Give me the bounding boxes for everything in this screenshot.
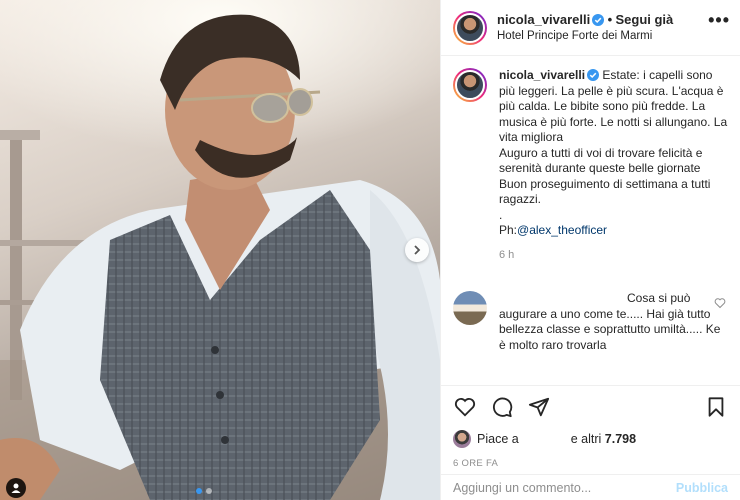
photo-scene <box>0 0 440 500</box>
add-comment-bar: Pubblica <box>441 474 740 500</box>
liker-avatar[interactable] <box>453 430 471 448</box>
comment-like-icon[interactable] <box>714 297 726 309</box>
verified-badge-icon <box>587 69 600 81</box>
caption: nicola_vivarelli Estate: i capelli sono … <box>453 68 728 263</box>
mention-link[interactable]: @alex_theofficer <box>517 223 607 237</box>
likes-summary: Piace a e altri 7.798 <box>453 430 728 448</box>
likes-suffix[interactable]: e altri <box>571 432 602 446</box>
likes-count[interactable]: 7.798 <box>605 432 636 446</box>
verified-badge-icon <box>592 13 605 26</box>
comment-icon <box>493 397 513 418</box>
caption-author-avatar[interactable] <box>453 68 487 102</box>
author-avatar[interactable] <box>453 10 487 45</box>
carousel-next-button[interactable] <box>405 238 429 262</box>
chevron-right-icon <box>414 245 421 255</box>
follow-separator: • <box>607 11 613 27</box>
caption-credit: Ph:@alex_theofficer <box>499 223 728 239</box>
author-username[interactable]: nicola_vivarelli <box>497 12 590 27</box>
caption-credit-prefix: Ph: <box>499 223 518 237</box>
carousel-dot <box>206 488 212 494</box>
post-photo[interactable] <box>0 0 440 500</box>
commenter-avatar[interactable] <box>453 291 487 325</box>
likes-prefix: Piace a <box>477 432 519 446</box>
share-icon <box>528 397 550 417</box>
comment-button[interactable] <box>490 395 514 419</box>
more-options-icon[interactable]: ••• <box>708 10 730 31</box>
post-actions: Piace a e altri 7.798 6 ORE FA Pubblica <box>441 385 740 500</box>
publish-button[interactable]: Pubblica <box>676 481 728 495</box>
comment-body: Cosa si può augurare a uno come te..... … <box>499 291 721 352</box>
comment-text: Cosa si può augurare a uno come te..... … <box>499 291 724 353</box>
carousel-dot-active <box>196 488 202 494</box>
post-side-panel: nicola_vivarelli • Segui già Hotel Princ… <box>440 0 740 500</box>
heart-icon <box>454 398 476 417</box>
comment-input[interactable] <box>453 480 676 495</box>
author-meta: nicola_vivarelli • Segui già Hotel Princ… <box>497 12 673 44</box>
post-header: nicola_vivarelli • Segui già Hotel Princ… <box>441 0 740 56</box>
caption-age: 6 h <box>499 248 515 261</box>
bookmark-icon <box>708 397 724 417</box>
action-bar <box>453 394 728 420</box>
save-button[interactable] <box>704 395 728 419</box>
carousel-indicator <box>196 488 212 494</box>
caption-text: nicola_vivarelli Estate: i capelli sono … <box>499 68 728 263</box>
post-timestamp[interactable]: 6 ORE FA <box>453 458 728 469</box>
post-location[interactable]: Hotel Principe Forte dei Marmi <box>497 28 673 44</box>
user-tag-button[interactable] <box>6 478 26 498</box>
follow-status-button[interactable]: Segui già <box>615 12 673 27</box>
instagram-post: nicola_vivarelli • Segui già Hotel Princ… <box>0 0 740 500</box>
caption-username[interactable]: nicola_vivarelli <box>499 68 585 82</box>
share-button[interactable] <box>527 395 551 419</box>
like-button[interactable] <box>453 395 477 419</box>
comment-item: Cosa si può augurare a uno come te..... … <box>453 291 728 353</box>
comments-area: nicola_vivarelli Estate: i capelli sono … <box>441 56 740 385</box>
caption-line-2: Auguro a tutti di voi di trovare felicit… <box>499 145 706 176</box>
caption-line-4: . <box>499 207 503 222</box>
caption-line-3: Buon proseguimento di settimana a tutti … <box>499 176 714 207</box>
user-tag-icon <box>11 483 21 493</box>
